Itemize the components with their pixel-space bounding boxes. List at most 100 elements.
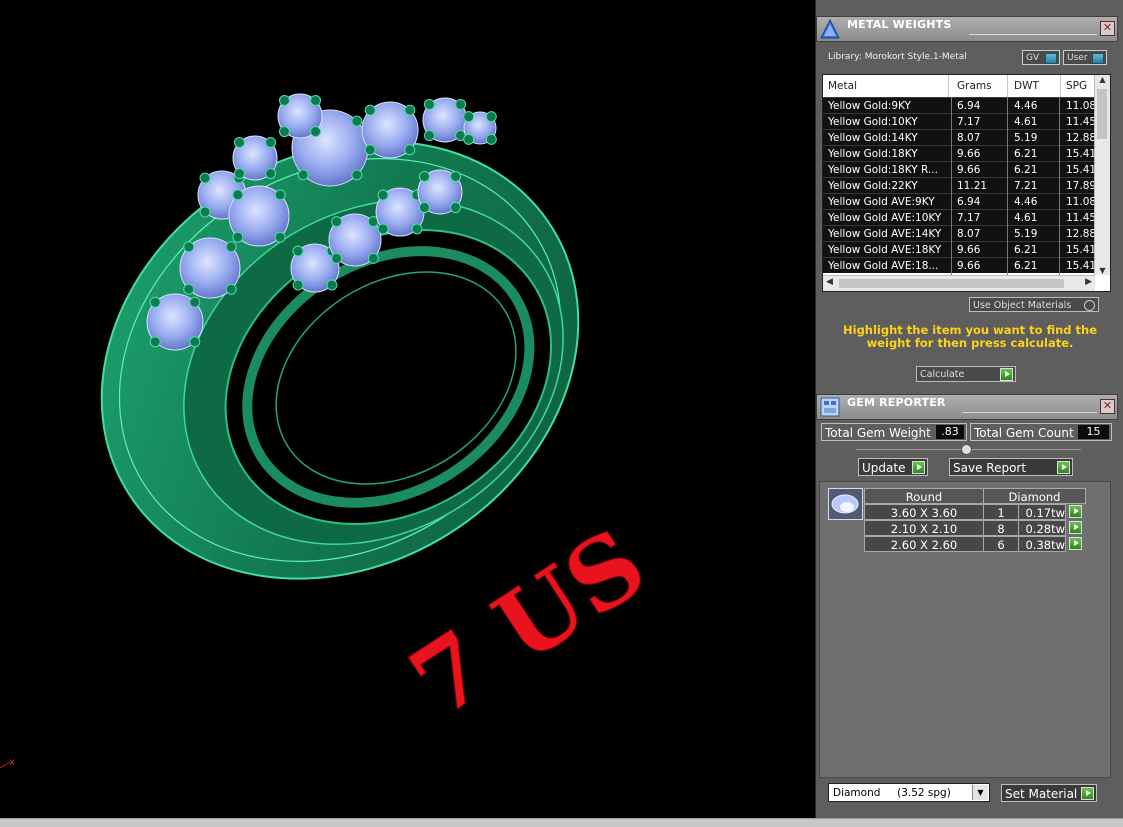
gem-row-go-button[interactable] — [1069, 521, 1082, 534]
close-gem-reporter-button[interactable]: ✕ — [1100, 399, 1115, 414]
play-arrow-icon — [912, 461, 925, 474]
gem-size: 3.60 X 3.60 — [864, 504, 984, 520]
calculate-button[interactable]: Calculate — [916, 366, 1016, 382]
cell-metal: Yellow Gold:18KY R... — [828, 164, 938, 176]
table-row[interactable]: Yellow Gold AVE:10KY 7.17 4.61 11.45 — [823, 209, 1096, 225]
prong — [149, 296, 161, 308]
calculate-label: Calculate — [920, 369, 965, 380]
prong — [278, 126, 290, 138]
prong — [278, 94, 290, 106]
scroll-right-icon[interactable]: ▶ — [1085, 277, 1092, 287]
gv-label: GV — [1026, 53, 1040, 63]
gem-row-go-button[interactable] — [1069, 505, 1082, 518]
gem-weight: 0.17tw — [1018, 504, 1066, 520]
close-metal-weights-button[interactable]: ✕ — [1100, 21, 1115, 36]
use-object-materials-toggle[interactable]: Use Object Materials — [969, 297, 1099, 312]
table-row[interactable]: Yellow Gold AVE:9KY 6.94 4.46 11.08 — [823, 193, 1096, 209]
gem-weight: 0.38tw — [1018, 536, 1066, 552]
cell-metal: Yellow Gold:18KY — [828, 148, 918, 160]
save-report-button[interactable]: Save Report — [949, 458, 1073, 476]
col-grams[interactable]: Grams — [957, 75, 1008, 97]
metal-horizontal-scrollbar[interactable]: ◀ ▶ — [823, 275, 1095, 291]
axis-label: x — [9, 757, 15, 768]
cell-metal: Yellow Gold AVE:18... — [828, 260, 939, 272]
metal-table[interactable]: Metal Grams DWT SPG Yellow Gold:9KY 6.94 4… — [822, 74, 1111, 292]
scroll-left-icon[interactable]: ◀ — [826, 277, 833, 287]
prong — [189, 336, 201, 348]
cell-dwt: 5.19 — [1014, 132, 1038, 144]
cell-metal: Yellow Gold:22KY — [828, 180, 918, 192]
gv-button[interactable]: GV — [1022, 50, 1060, 65]
table-row[interactable]: Yellow Gold AVE:18KY 9.66 6.21 15.41 — [823, 241, 1096, 257]
total-gem-count-label: Total Gem Count — [974, 426, 1074, 440]
table-row[interactable]: Yellow Gold:18KY R... 9.66 6.21 15.41 — [823, 161, 1096, 177]
table-row[interactable]: Yellow Gold:22KY 11.21 7.21 17.89 — [823, 177, 1096, 193]
prong — [199, 206, 211, 218]
cell-dwt: 6.21 — [1014, 164, 1038, 176]
scroll-thumb[interactable] — [1097, 89, 1107, 139]
table-row[interactable]: Yellow Gold AVE:18... 9.66 6.21 15.41 — [823, 257, 1096, 273]
update-label: Update — [862, 461, 906, 475]
metal-table-header: Metal Grams DWT SPG — [823, 75, 1107, 97]
col-dwt[interactable]: DWT — [1014, 75, 1061, 97]
scroll-down-icon[interactable]: ▼ — [1095, 266, 1110, 275]
table-row[interactable]: Yellow Gold:10KY 7.17 4.61 11.45 — [823, 113, 1096, 129]
table-row[interactable]: Yellow Gold AVE:14KY 8.07 5.19 12.88 — [823, 225, 1096, 241]
h-scroll-thumb[interactable] — [839, 279, 1064, 288]
cell-grams: 6.94 — [957, 196, 981, 208]
prong — [292, 279, 304, 291]
table-row[interactable]: Yellow Gold:18KY 9.66 6.21 15.41 — [823, 145, 1096, 161]
3d-viewport[interactable]: 7 US x — [0, 0, 815, 818]
title-divider — [969, 34, 1097, 35]
metal-vertical-scrollbar[interactable]: ▲ ▼ — [1094, 75, 1110, 275]
cell-dwt: 4.46 — [1014, 196, 1038, 208]
prong — [364, 144, 376, 156]
total-gem-weight-box: Total Gem Weight .83 — [821, 423, 967, 441]
cell-grams: 6.94 — [957, 100, 981, 112]
title-divider — [962, 412, 1097, 413]
cell-dwt: 4.61 — [1014, 212, 1038, 224]
table-row[interactable]: Yellow Gold:14KY 8.07 5.19 12.88 — [823, 129, 1096, 145]
gem-list-panel: Round Diamond 3.60 X 3.60 1 0.17tw 2.10 X 2… — [819, 481, 1111, 778]
cell-dwt: 4.61 — [1014, 116, 1038, 128]
gem-reporter-icon — [820, 397, 840, 417]
gem-count: 6 — [983, 536, 1019, 552]
prong — [377, 223, 389, 235]
user-button[interactable]: User — [1063, 50, 1107, 65]
prong — [331, 216, 343, 228]
cell-metal: Yellow Gold:14KY — [828, 132, 918, 144]
cell-dwt: 6.21 — [1014, 260, 1038, 272]
metal-weights-title: METAL WEIGHTS — [847, 18, 952, 31]
gem-count: 1 — [983, 504, 1019, 520]
scroll-up-icon[interactable]: ▲ — [1095, 75, 1110, 84]
col-divider — [1059, 97, 1060, 275]
prong — [450, 202, 462, 214]
col-metal[interactable]: Metal — [828, 75, 949, 97]
prong — [232, 189, 244, 201]
set-material-button[interactable]: Set Material — [1001, 784, 1097, 802]
prong — [404, 104, 416, 116]
prong — [149, 336, 161, 348]
material-select[interactable]: Diamond (3.52 spg) ▼ — [828, 783, 990, 802]
prong — [225, 283, 237, 295]
ring-render: 7 US x — [0, 93, 665, 769]
radio-icon — [1084, 300, 1095, 311]
prong — [423, 130, 435, 142]
side-panel: METAL WEIGHTS ✕ Library: Morokort Style.… — [815, 0, 1123, 818]
gem-row-go-button[interactable] — [1069, 537, 1082, 550]
splitter-handle[interactable] — [961, 444, 972, 455]
gem-reporter-header: GEM REPORTER ✕ — [816, 394, 1118, 420]
cell-metal: Yellow Gold AVE:10KY — [828, 212, 942, 224]
cell-metal: Yellow Gold AVE:14KY — [828, 228, 942, 240]
prong — [310, 126, 322, 138]
update-button[interactable]: Update — [858, 458, 928, 476]
gem-size: 2.60 X 2.60 — [864, 536, 984, 552]
chevron-down-icon[interactable]: ▼ — [972, 785, 988, 800]
gem-size: 2.10 X 2.10 — [864, 520, 984, 536]
metal-weights-icon — [820, 18, 840, 39]
gem-stone-header: Diamond — [983, 488, 1086, 504]
table-row[interactable]: Yellow Gold:9KY 6.94 4.46 11.08 — [823, 97, 1096, 113]
prong — [297, 169, 309, 181]
set-material-label: Set Material — [1005, 787, 1078, 801]
cell-grams: 8.07 — [957, 228, 981, 240]
